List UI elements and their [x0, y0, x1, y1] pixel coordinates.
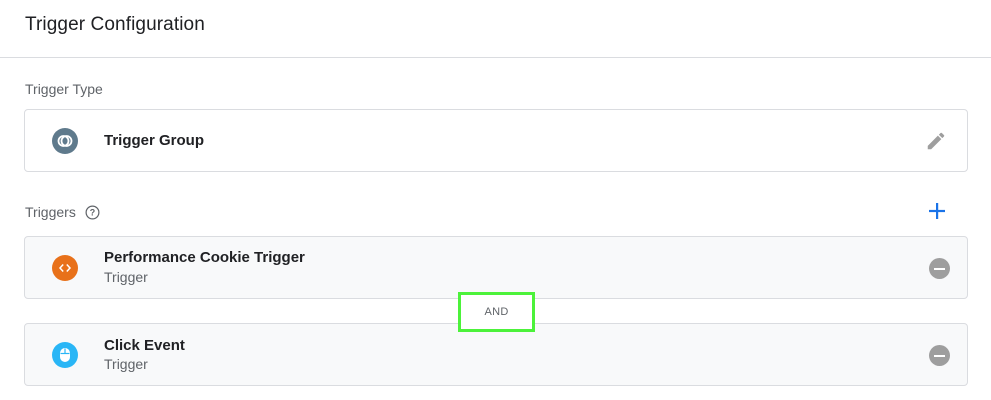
trigger-title: Click Event — [104, 337, 185, 354]
trigger-subtitle: Trigger — [104, 269, 148, 285]
mouse-click-icon — [52, 342, 78, 368]
remove-trigger-button[interactable] — [929, 258, 950, 279]
trigger-card[interactable]: Performance Cookie Trigger Trigger — [24, 236, 968, 299]
svg-text:?: ? — [90, 208, 95, 218]
page-title: Trigger Configuration — [25, 14, 205, 35]
trigger-title: Performance Cookie Trigger — [104, 249, 305, 266]
panel-header: Trigger Configuration — [0, 0, 991, 58]
plus-icon — [929, 203, 945, 219]
triggers-label: Triggers — [25, 204, 76, 220]
pencil-icon — [927, 132, 945, 150]
trigger-card[interactable]: Click Event Trigger — [24, 323, 968, 386]
and-connector: AND — [458, 292, 535, 332]
trigger-type-card[interactable]: Trigger Group — [24, 109, 968, 172]
minus-icon — [934, 354, 945, 357]
edit-trigger-type-button[interactable] — [925, 130, 947, 152]
help-icon[interactable]: ? — [85, 205, 100, 220]
remove-trigger-button[interactable] — [929, 345, 950, 366]
custom-code-icon — [52, 255, 78, 281]
trigger-subtitle: Trigger — [104, 356, 148, 372]
and-connector-label: AND — [484, 306, 509, 318]
minus-icon — [934, 267, 945, 270]
trigger-group-icon — [52, 128, 78, 154]
trigger-type-label: Trigger Type — [25, 81, 103, 97]
add-trigger-button[interactable] — [926, 200, 948, 222]
trigger-type-name: Trigger Group — [104, 132, 205, 149]
